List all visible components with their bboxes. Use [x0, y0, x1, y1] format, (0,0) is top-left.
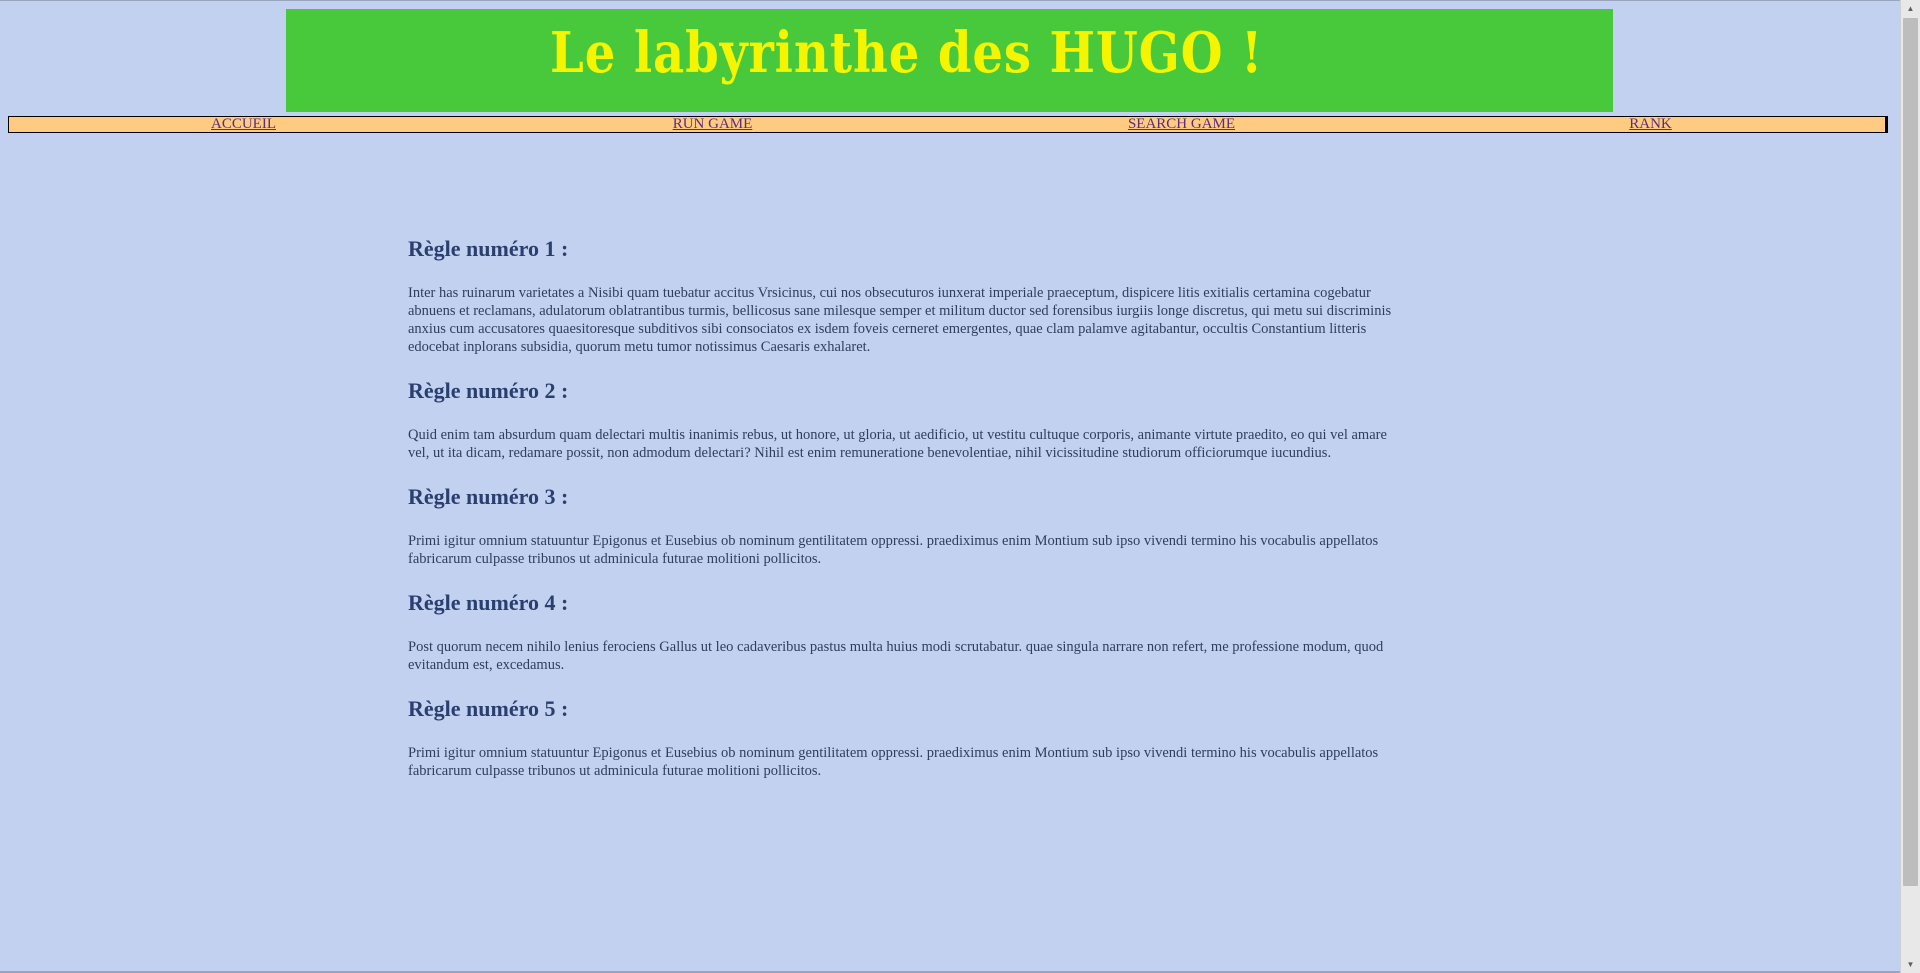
header-banner: Le labyrinthe des HUGO ! [286, 9, 1613, 112]
nav-link-search-game[interactable]: SEARCH GAME [1128, 116, 1235, 132]
rule-title: Règle numéro 2 : [408, 378, 569, 403]
page-top-edge [0, 0, 1900, 1]
scroll-down-arrow-icon[interactable]: ▼ [1901, 956, 1920, 973]
nav-link-accueil[interactable]: ACCUEIL [211, 116, 276, 132]
rule-title: Règle numéro 4 : [408, 590, 569, 615]
scroll-up-arrow-icon[interactable]: ▲ [1901, 0, 1920, 17]
rule-text: Inter has ruinarum varietates a Nisibi q… [408, 285, 1392, 355]
nav-cell-rank: RANK [1416, 117, 1885, 132]
rule-text: Post quorum necem nihilo lenius ferocien… [408, 639, 1384, 673]
rules-content: Règle numéro 1 : Inter has ruinarum vari… [408, 236, 1408, 802]
rule-section-4: Règle numéro 4 : Post quorum necem nihil… [408, 590, 1408, 674]
rule-text: Primi igitur omnium statuuntur Epigonus … [408, 745, 1379, 779]
main-navigation: ACCUEIL RUN GAME SEARCH GAME RANK [8, 116, 1888, 133]
nav-link-run-game[interactable]: RUN GAME [673, 116, 753, 132]
vertical-scrollbar[interactable]: ▲ ▼ [1900, 0, 1920, 973]
rule-text: Primi igitur omnium statuuntur Epigonus … [408, 533, 1379, 567]
rule-text: Quid enim tam absurdum quam delectari mu… [408, 427, 1387, 461]
rule-title: Règle numéro 1 : [408, 236, 569, 261]
nav-cell-accueil: ACCUEIL [9, 117, 478, 132]
rule-section-5: Règle numéro 5 : Primi igitur omnium sta… [408, 696, 1408, 780]
nav-cell-search-game: SEARCH GAME [947, 117, 1416, 132]
rule-section-1: Règle numéro 1 : Inter has ruinarum vari… [408, 236, 1408, 356]
site-title: Le labyrinthe des HUGO ! [550, 20, 1264, 86]
rule-section-2: Règle numéro 2 : Quid enim tam absurdum … [408, 378, 1408, 462]
rule-title: Règle numéro 3 : [408, 484, 569, 509]
scrollbar-thumb[interactable] [1903, 18, 1918, 886]
rule-section-3: Règle numéro 3 : Primi igitur omnium sta… [408, 484, 1408, 568]
rule-title: Règle numéro 5 : [408, 696, 569, 721]
nav-cell-run-game: RUN GAME [478, 117, 947, 132]
nav-link-rank[interactable]: RANK [1629, 116, 1672, 132]
